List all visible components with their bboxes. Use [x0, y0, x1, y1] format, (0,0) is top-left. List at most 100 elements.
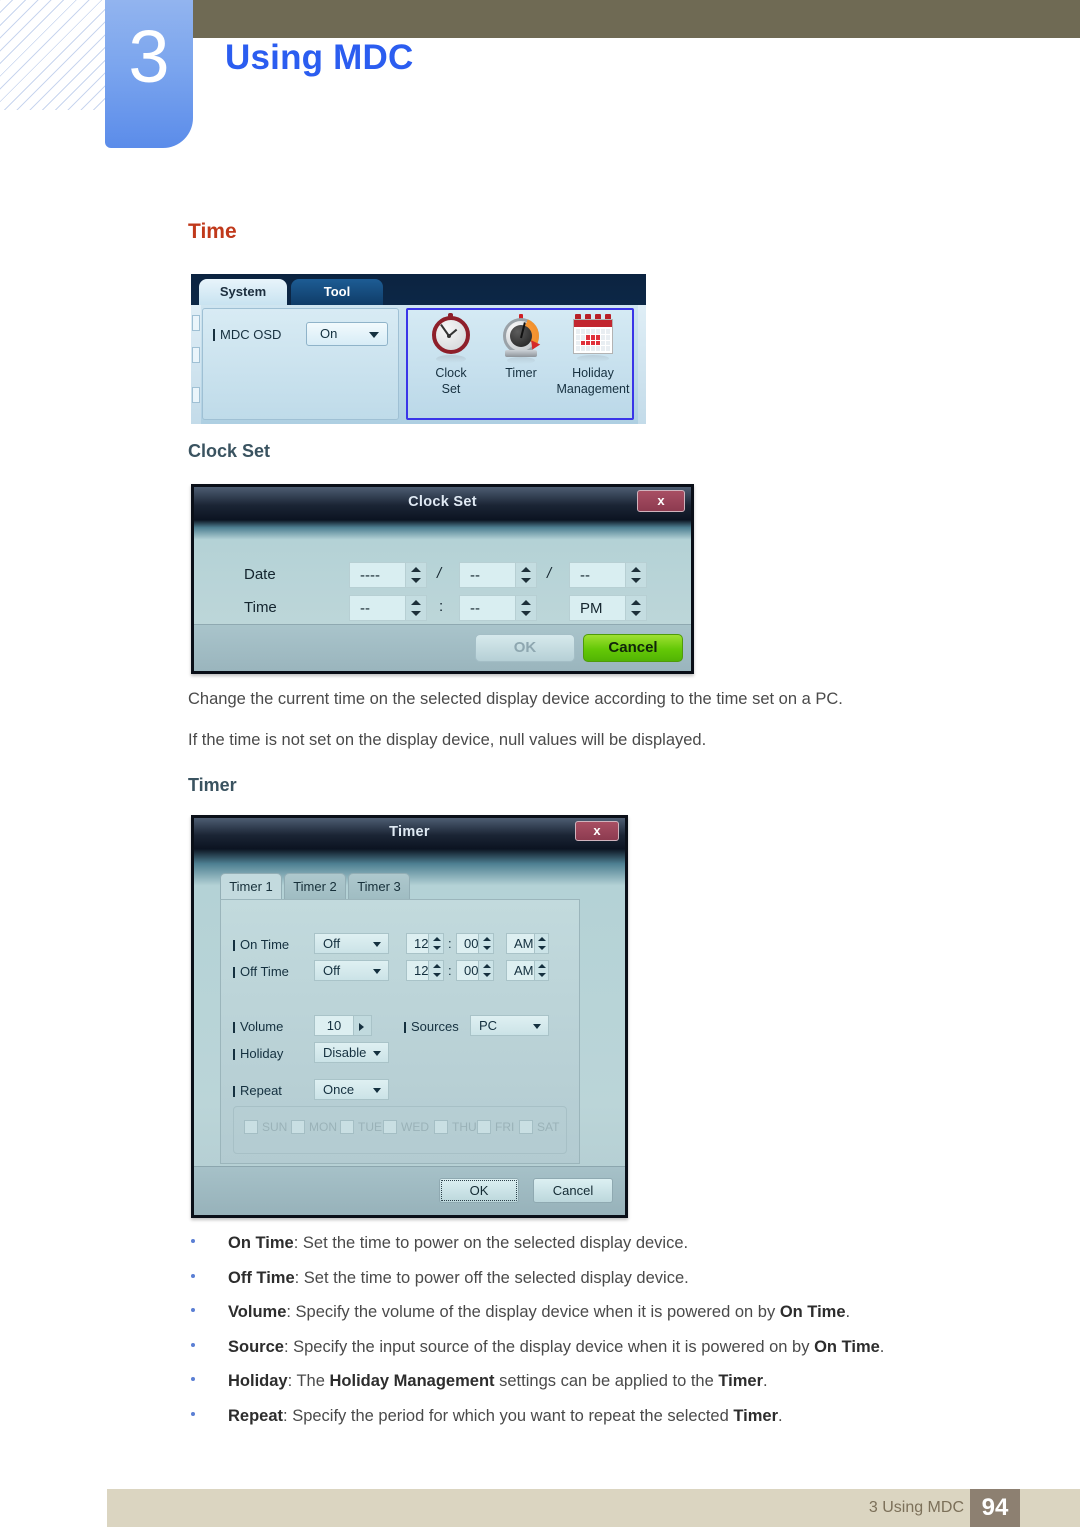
on-time-label-text: On Time — [240, 937, 290, 952]
clock-set-footer: OK Cancel — [194, 624, 691, 671]
spinner-arrows-icon[interactable] — [625, 596, 646, 620]
checkbox-icon[interactable] — [519, 1120, 533, 1134]
repeat-value: Once — [323, 1082, 355, 1097]
stepper-right-arrow-icon[interactable] — [353, 1016, 371, 1035]
time-minute-spinner[interactable]: -- — [459, 595, 537, 621]
timer-body: Timer 1 Timer 2 Timer 3 On Time Off 12 :… — [194, 849, 625, 1215]
repeat-label: Repeat — [233, 1083, 282, 1098]
repeat-select[interactable]: Once — [314, 1079, 389, 1100]
holiday-select[interactable]: Disable — [314, 1042, 389, 1063]
footer-chapter-label: 3 Using MDC — [868, 1499, 964, 1516]
ribbon-item-clock-set[interactable]: Clock Set — [414, 313, 488, 396]
bullet-term: Volume — [228, 1303, 287, 1321]
timer-footer: OK Cancel — [194, 1166, 625, 1215]
tab-timer-3[interactable]: Timer 3 — [348, 873, 410, 900]
timer-cancel-button[interactable]: Cancel — [533, 1178, 613, 1203]
off-time-meridiem-spinner[interactable]: AM — [506, 960, 549, 981]
bullet-tail: . — [879, 1337, 885, 1356]
timer-ok-button[interactable]: OK — [439, 1178, 519, 1203]
off-time-label-text: Off Time — [240, 964, 289, 979]
mdc-ribbon-screenshot: System Tool MDC OSD On Clock Set Timer H… — [191, 274, 646, 424]
ribbon-item-timer[interactable]: Timer — [484, 314, 558, 382]
checkbox-icon[interactable] — [244, 1120, 258, 1134]
bullet-mid: settings can be applied to the — [494, 1372, 719, 1390]
list-item: Holiday: The Holiday Management settings… — [188, 1370, 988, 1405]
date-day-value: -- — [580, 566, 590, 584]
close-icon[interactable]: x — [575, 821, 619, 841]
weekday-sun[interactable]: SUN — [244, 1120, 287, 1134]
volume-stepper[interactable]: 10 — [314, 1015, 372, 1036]
bullet-dot-icon — [191, 1377, 195, 1381]
ribbon-item-clock-set-label-2: Set — [441, 382, 461, 396]
checkbox-icon[interactable] — [340, 1120, 354, 1134]
weekday-sat[interactable]: SAT — [519, 1120, 559, 1134]
date-day-spinner[interactable]: -- — [569, 562, 647, 588]
on-time-minute-spinner[interactable]: 00 — [456, 933, 494, 954]
date-month-spinner[interactable]: -- — [459, 562, 537, 588]
spinner-arrows-icon[interactable] — [478, 961, 493, 980]
off-time-hour-value: 12 — [414, 963, 429, 978]
holiday-value: Disable — [323, 1045, 367, 1060]
bullet-text: : Specify the period for which you want … — [283, 1406, 734, 1425]
footer-page-number: 94 — [970, 1489, 1020, 1527]
sources-select[interactable]: PC — [470, 1015, 549, 1036]
on-time-meridiem-value: AM — [514, 936, 534, 951]
bullet-dot-icon — [191, 1342, 195, 1347]
weekday-wed[interactable]: WED — [383, 1120, 429, 1134]
close-icon[interactable]: x — [637, 490, 685, 512]
ribbon-tab-tool[interactable]: Tool — [291, 279, 383, 306]
clock-set-cancel-button[interactable]: Cancel — [583, 634, 683, 662]
bullet-text: : The — [287, 1372, 330, 1390]
date-label: Date — [244, 566, 276, 583]
on-time-select[interactable]: Off — [314, 933, 389, 954]
spinner-arrows-icon[interactable] — [533, 961, 548, 980]
bullet-text: : Set the time to power off the selected… — [294, 1268, 689, 1287]
spinner-arrows-icon[interactable] — [428, 934, 443, 953]
spinner-arrows-icon[interactable] — [515, 563, 536, 587]
checkbox-icon[interactable] — [291, 1120, 305, 1134]
spinner-arrows-icon[interactable] — [478, 934, 493, 953]
off-time-minute-spinner[interactable]: 00 — [456, 960, 494, 981]
on-time-label: On Time — [233, 937, 289, 952]
off-time-select[interactable]: Off — [314, 960, 389, 981]
weekday-mon[interactable]: MON — [291, 1120, 337, 1134]
off-time-meridiem-value: AM — [514, 963, 534, 978]
spinner-arrows-icon[interactable] — [428, 961, 443, 980]
spinner-arrows-icon[interactable] — [405, 563, 426, 587]
bullet-term-2: On Time — [779, 1303, 846, 1321]
off-time-hour-spinner[interactable]: 12 — [406, 960, 444, 981]
label-tick-icon — [233, 967, 235, 978]
spinner-arrows-icon[interactable] — [625, 563, 646, 587]
spinner-arrows-icon[interactable] — [405, 596, 426, 620]
checkbox-icon[interactable] — [477, 1120, 491, 1134]
on-time-value: Off — [323, 936, 341, 951]
mdc-osd-select[interactable]: On — [306, 322, 388, 346]
weekday-tue[interactable]: TUE — [340, 1120, 382, 1134]
bullet-tail: . — [778, 1406, 783, 1425]
weekday-thu[interactable]: THU — [434, 1120, 477, 1134]
weekday-thu-label: THU — [452, 1120, 477, 1134]
spinner-arrows-icon[interactable] — [515, 596, 536, 620]
time-hour-spinner[interactable]: -- — [349, 595, 427, 621]
bullet-term: Source — [228, 1337, 284, 1356]
date-separator-2: / — [547, 565, 552, 582]
clock-set-ok-button[interactable]: OK — [475, 634, 575, 662]
checkbox-icon[interactable] — [383, 1120, 397, 1134]
spinner-arrows-icon[interactable] — [533, 934, 548, 953]
checkbox-icon[interactable] — [434, 1120, 448, 1134]
on-time-meridiem-spinner[interactable]: AM — [506, 933, 549, 954]
bullet-tail: . — [845, 1303, 851, 1321]
date-year-spinner[interactable]: ---- — [349, 562, 427, 588]
weekday-wed-label: WED — [401, 1120, 429, 1134]
time-meridiem-value: PM — [580, 599, 603, 617]
tab-timer-2[interactable]: Timer 2 — [284, 873, 346, 900]
time-meridiem-spinner[interactable]: PM — [569, 595, 647, 621]
ribbon-item-holiday-management[interactable]: Holiday Management — [554, 314, 632, 396]
time-hour-value: -- — [360, 599, 370, 617]
on-time-hour-spinner[interactable]: 12 — [406, 933, 444, 954]
weekday-fri[interactable]: FRI — [477, 1120, 514, 1134]
bullet-term-2: Holiday Management — [329, 1372, 495, 1390]
ribbon-tab-system[interactable]: System — [199, 279, 287, 306]
weekday-sun-label: SUN — [262, 1120, 288, 1134]
tab-timer-1[interactable]: Timer 1 — [220, 873, 282, 900]
